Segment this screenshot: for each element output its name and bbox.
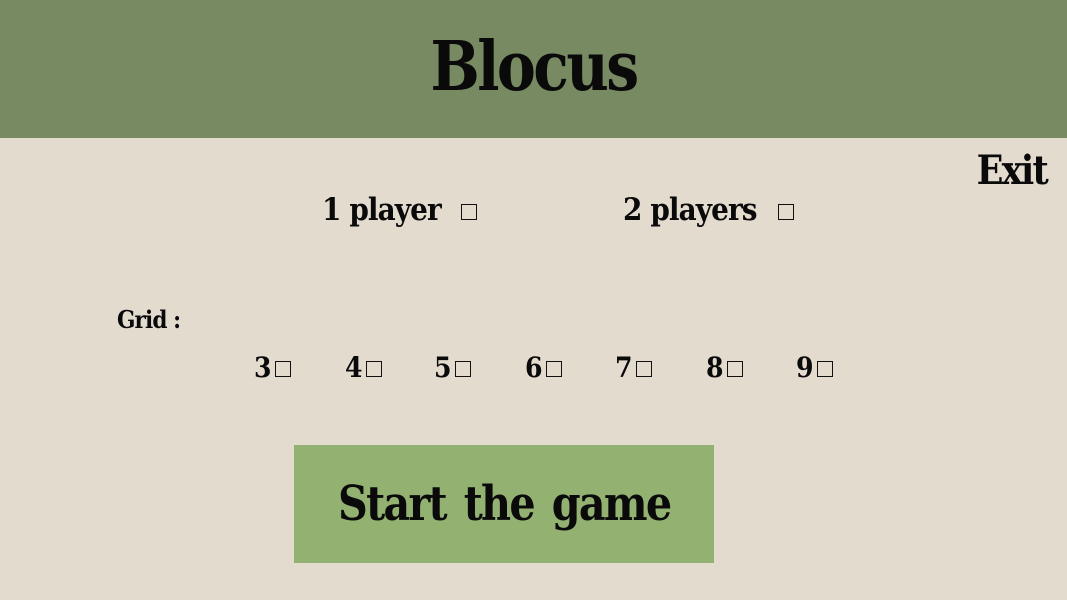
exit-button[interactable]: Exit	[977, 146, 1049, 196]
grid-option-checkbox[interactable]	[455, 361, 472, 377]
grid-option-checkbox[interactable]	[727, 361, 744, 377]
grid-option-8[interactable]: 8	[706, 348, 744, 388]
title-bar: Blocus	[0, 0, 1067, 138]
grid-option-checkbox[interactable]	[546, 361, 563, 377]
grid-option-checkbox[interactable]	[275, 361, 292, 377]
one-player-option[interactable]: 1 player	[322, 190, 477, 230]
game-title: Blocus	[430, 27, 639, 107]
start-game-label: Start the game	[337, 476, 672, 532]
grid-option-checkbox[interactable]	[817, 361, 834, 377]
one-player-checkbox[interactable]	[460, 204, 477, 220]
two-players-checkbox[interactable]	[778, 204, 795, 220]
grid-option-4[interactable]: 4	[345, 348, 383, 388]
grid-option-label: 9	[796, 351, 814, 384]
grid-option-label: 4	[345, 351, 363, 384]
grid-option-label: 3	[254, 351, 272, 384]
start-game-button[interactable]: Start the game	[294, 445, 714, 563]
two-players-label: 2 players	[623, 192, 757, 228]
grid-option-label: 8	[706, 351, 724, 384]
one-player-label: 1 player	[322, 192, 442, 228]
grid-option-label: 7	[615, 351, 633, 384]
grid-option-6[interactable]: 6	[525, 348, 563, 388]
grid-size-label: Grid :	[117, 305, 181, 334]
two-players-option[interactable]: 2 players	[623, 190, 795, 230]
grid-option-3[interactable]: 3	[254, 348, 292, 388]
grid-option-checkbox[interactable]	[636, 361, 653, 377]
grid-option-label: 6	[525, 351, 543, 384]
grid-option-9[interactable]: 9	[796, 348, 834, 388]
grid-option-label: 5	[434, 351, 452, 384]
grid-option-checkbox[interactable]	[366, 361, 383, 377]
grid-option-5[interactable]: 5	[434, 348, 472, 388]
grid-option-7[interactable]: 7	[615, 348, 653, 388]
